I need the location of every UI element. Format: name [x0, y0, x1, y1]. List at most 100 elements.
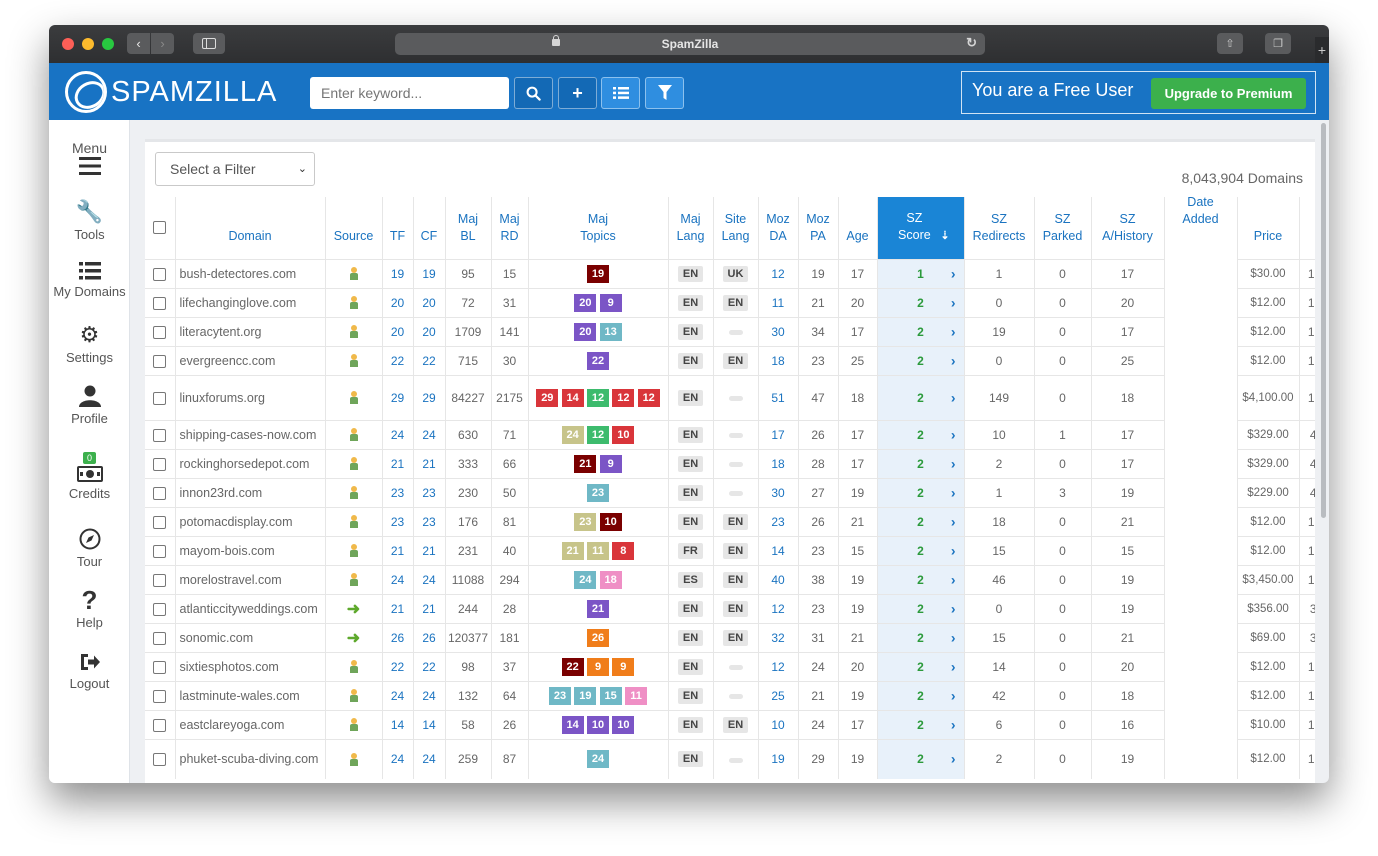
col-sz-parked[interactable]: SZ Parked: [1033, 197, 1091, 259]
row-checkbox[interactable]: [153, 354, 167, 368]
table-row[interactable]: eastclareyoga.com 14 14 58 26 14 10 10 EN EN 10 2…: [145, 709, 1315, 739]
sidebar-item-logout[interactable]: Logout: [49, 653, 130, 691]
table-row[interactable]: bush-detectores.com 19 19 95 15 19 EN UK 12 19 17 1…: [145, 258, 1315, 288]
domain-cell[interactable]: sonomic.com: [174, 622, 325, 652]
domain-cell[interactable]: sixtiesphotos.com: [174, 651, 325, 681]
col-age[interactable]: Age: [837, 197, 877, 259]
cf-cell[interactable]: 21: [412, 448, 445, 478]
cf-cell[interactable]: 19: [412, 258, 445, 288]
col-moz-da[interactable]: Moz DA: [757, 197, 798, 259]
col-source[interactable]: Source: [324, 197, 382, 259]
sz-score-cell[interactable]: 2 ›: [876, 448, 964, 478]
moz-da-cell[interactable]: 12: [757, 593, 798, 623]
list-view-button[interactable]: [601, 77, 640, 109]
chevron-right-icon[interactable]: ›: [951, 571, 956, 587]
moz-da-cell[interactable]: 40: [757, 564, 798, 594]
cf-cell[interactable]: 21: [412, 593, 445, 623]
col-moz-pa[interactable]: Moz PA: [797, 197, 838, 259]
cf-cell[interactable]: 22: [412, 651, 445, 681]
col-site-lang[interactable]: Site Lang: [712, 197, 758, 259]
sz-score-cell[interactable]: 2 ›: [876, 374, 964, 420]
sz-score-cell[interactable]: 2 ›: [876, 506, 964, 536]
tf-cell[interactable]: 24: [381, 564, 413, 594]
domain-cell[interactable]: mayom-bois.com: [174, 535, 325, 565]
col-maj-rd[interactable]: Maj RD: [490, 197, 528, 259]
moz-da-cell[interactable]: 19: [757, 738, 798, 779]
cf-cell[interactable]: 23: [412, 506, 445, 536]
domain-cell[interactable]: linuxforums.org: [174, 374, 325, 420]
domain-cell[interactable]: morelostravel.com: [174, 564, 325, 594]
cf-cell[interactable]: 24: [412, 564, 445, 594]
chevron-right-icon[interactable]: ›: [951, 751, 956, 767]
sidebar-toggle-button[interactable]: [193, 33, 225, 54]
row-checkbox[interactable]: [153, 544, 167, 558]
reload-icon[interactable]: ↻: [966, 35, 977, 51]
chevron-right-icon[interactable]: ›: [951, 323, 956, 339]
col-sz-a-history[interactable]: SZ A/History: [1090, 197, 1164, 259]
select-all-checkbox[interactable]: [153, 221, 167, 235]
sz-score-cell[interactable]: 2 ›: [876, 564, 964, 594]
col-maj-bl[interactable]: Maj BL: [444, 197, 491, 259]
chevron-right-icon[interactable]: ›: [951, 265, 956, 281]
row-checkbox[interactable]: [153, 428, 167, 442]
moz-da-cell[interactable]: 18: [757, 448, 798, 478]
chevron-right-icon[interactable]: ›: [951, 513, 956, 529]
table-row[interactable]: sixtiesphotos.com 22 22 98 37 22 9 9 EN 12 24 20 2…: [145, 651, 1315, 681]
chevron-right-icon[interactable]: ›: [951, 389, 956, 405]
sz-score-cell[interactable]: 2 ›: [876, 345, 964, 375]
tf-cell[interactable]: 23: [381, 477, 413, 507]
col-cf[interactable]: CF: [412, 197, 445, 259]
sidebar-item-profile[interactable]: Profile: [49, 385, 130, 426]
forward-button[interactable]: ›: [151, 33, 174, 54]
cf-cell[interactable]: 26: [412, 622, 445, 652]
sidebar-item-credits[interactable]: 0 Credits: [49, 449, 130, 501]
chevron-right-icon[interactable]: ›: [951, 629, 956, 645]
cf-cell[interactable]: 24: [412, 680, 445, 710]
table-row[interactable]: literacytent.org 20 20 1709 141 20 13 EN 30 34 17…: [145, 316, 1315, 346]
sz-score-cell[interactable]: 2 ›: [876, 738, 964, 779]
col-date-added[interactable]: Date Added: [1163, 195, 1237, 259]
tf-cell[interactable]: 19: [381, 258, 413, 288]
tf-cell[interactable]: 29: [381, 374, 413, 420]
cf-cell[interactable]: 22: [412, 345, 445, 375]
domain-cell[interactable]: eastclareyoga.com: [174, 709, 325, 739]
sidebar-item-tools[interactable]: 🔧 Tools: [49, 200, 130, 243]
sz-score-cell[interactable]: 2 ›: [876, 651, 964, 681]
table-row[interactable]: potomacdisplay.com 23 23 176 81 23 10 EN EN 23 26…: [145, 506, 1315, 536]
col-sz-score[interactable]: SZ Score ⇣: [876, 197, 964, 259]
chevron-right-icon[interactable]: ›: [951, 542, 956, 558]
search-button[interactable]: [514, 77, 553, 109]
row-checkbox[interactable]: [153, 515, 167, 529]
table-row[interactable]: atlanticcityweddings.com ➜ 21 21 244 28 21 EN EN…: [145, 593, 1315, 623]
domain-cell[interactable]: rockinghorsedepot.com: [174, 448, 325, 478]
chevron-right-icon[interactable]: ›: [951, 716, 956, 732]
table-row[interactable]: evergreencc.com 22 22 715 30 22 EN EN 18 23 25 2 › 0 0…: [145, 345, 1315, 375]
zoom-window-button[interactable]: [102, 38, 114, 50]
chevron-right-icon[interactable]: ›: [951, 426, 956, 442]
sidebar-item-help[interactable]: ? Help: [49, 587, 130, 630]
back-button[interactable]: ‹: [127, 33, 150, 54]
sidebar-item-tour[interactable]: Tour: [49, 528, 130, 569]
table-row[interactable]: sonomic.com ➜ 26 26 120377 181 26 EN EN 32 31 21 2 › 1…: [145, 622, 1315, 652]
domain-cell[interactable]: phuket-scuba-diving.com: [174, 738, 325, 779]
cf-cell[interactable]: 14: [412, 709, 445, 739]
cf-cell[interactable]: 20: [412, 316, 445, 346]
tf-cell[interactable]: 21: [381, 448, 413, 478]
keyword-search-input[interactable]: [310, 77, 509, 109]
row-checkbox[interactable]: [153, 660, 167, 674]
domain-cell[interactable]: lastminute-wales.com: [174, 680, 325, 710]
table-row[interactable]: innon23rd.com 23 23 230 50 23 EN 30 27 19 2 › 1 3 19 $2…: [145, 477, 1315, 507]
chevron-right-icon[interactable]: ›: [951, 455, 956, 471]
tf-cell[interactable]: 14: [381, 709, 413, 739]
domain-cell[interactable]: shipping-cases-now.com: [174, 419, 325, 449]
cf-cell[interactable]: 24: [412, 419, 445, 449]
chevron-right-icon[interactable]: ›: [951, 658, 956, 674]
row-checkbox[interactable]: [153, 457, 167, 471]
filter-button[interactable]: [645, 77, 684, 109]
table-row[interactable]: shipping-cases-now.com 24 24 630 71 24 12 10 E…: [145, 419, 1315, 449]
tf-cell[interactable]: 21: [381, 593, 413, 623]
tf-cell[interactable]: 24: [381, 738, 413, 779]
sz-score-cell[interactable]: 2 ›: [876, 593, 964, 623]
sz-score-cell[interactable]: 2 ›: [876, 535, 964, 565]
moz-da-cell[interactable]: 10: [757, 709, 798, 739]
